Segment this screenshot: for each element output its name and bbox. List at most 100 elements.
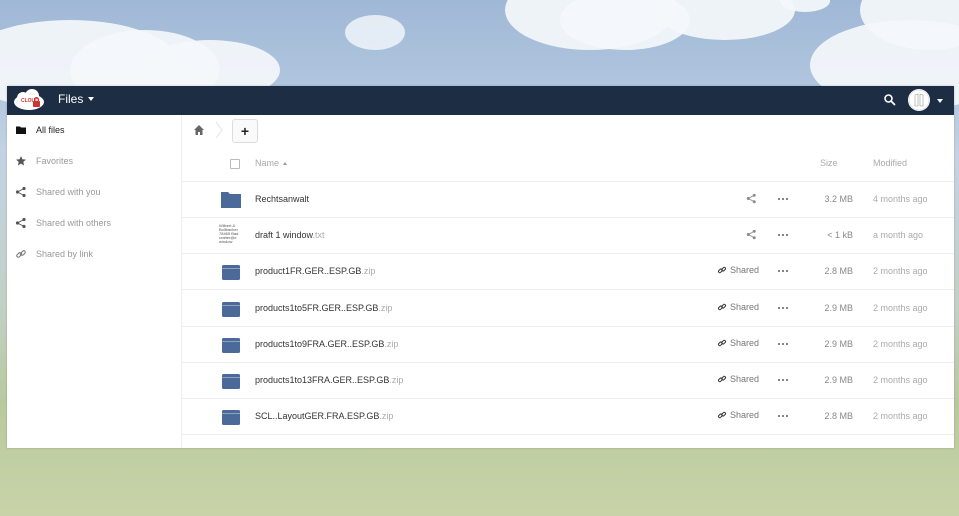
file-size: 2.9 MB	[824, 302, 853, 313]
more-options-icon[interactable]	[777, 306, 789, 310]
share-icon	[746, 230, 756, 240]
file-modified: 2 months ago	[873, 338, 928, 349]
cloud-lock-logo-icon[interactable]: CLOUD	[12, 89, 46, 111]
thumbnail-line: window	[219, 239, 233, 245]
file-size: < 1 kB	[827, 230, 853, 241]
shared-link-button[interactable]: Shared	[717, 374, 759, 384]
share-button[interactable]	[746, 193, 757, 204]
sidebar-navigation: All files Favorites Shared with you Shar…	[7, 115, 182, 448]
sidebar-item-all-files[interactable]: All files	[7, 117, 181, 143]
sidebar-item-label: Shared by link	[36, 249, 94, 259]
table-row[interactable]: products1to5FR.GER..ESP.GB.zip Shared 2.9 …	[182, 291, 954, 327]
search-icon[interactable]	[883, 93, 897, 107]
sidebar-item-label: Favorites	[36, 156, 74, 166]
more-options-icon[interactable]	[777, 378, 789, 382]
share-button[interactable]	[746, 229, 757, 240]
file-name-base: SCL..LayoutGER.FRA.ESP.GB	[255, 411, 380, 422]
file-size: 2.8 MB	[824, 411, 853, 422]
more-options-icon[interactable]	[777, 197, 789, 201]
table-row[interactable]: product1FR.GER..ESP.GB.zip Shared 2.8 MB 2 …	[182, 254, 954, 291]
folder-icon	[15, 124, 27, 136]
shared-link-button[interactable]: Shared	[717, 338, 759, 348]
shared-label: Shared	[730, 410, 760, 421]
link-icon	[15, 248, 27, 260]
chevron-down-icon	[88, 97, 95, 101]
file-size: 2.9 MB	[824, 338, 853, 349]
select-all-checkbox[interactable]	[230, 159, 240, 169]
file-name-base: products1to5FR.GER..ESP.GB	[255, 302, 379, 313]
package-icon	[222, 301, 240, 317]
more-options-icon[interactable]	[777, 269, 789, 273]
file-name[interactable]: products1to9FRA.GER..ESP.GB.zip	[255, 339, 398, 349]
shared-label: Shared	[730, 265, 760, 276]
breadcrumb-separator-icon	[215, 121, 223, 139]
sidebar-item-label: All files	[36, 125, 65, 135]
column-header-name: Name	[255, 158, 280, 168]
top-header-bar: CLOUD Files	[7, 86, 954, 115]
file-extension: .zip	[361, 266, 376, 277]
file-extension: .txt	[312, 230, 325, 241]
table-row[interactable]: products1to9FRA.GER..ESP.GB.zip Shared 2.9…	[182, 327, 954, 363]
star-icon	[15, 155, 27, 167]
package-icon	[222, 265, 240, 281]
file-name[interactable]: product1FR.GER..ESP.GB.zip	[255, 266, 375, 276]
file-extension: .zip	[384, 338, 399, 349]
sidebar-item-shared-with-others[interactable]: Shared with others	[7, 210, 181, 236]
link-icon	[717, 375, 727, 383]
more-options-icon[interactable]	[777, 342, 789, 346]
link-icon	[717, 267, 727, 274]
file-modified: 4 months ago	[873, 194, 928, 204]
file-name-base: products1to9FRA.GER..ESP.GB	[255, 338, 385, 349]
avatar-icon[interactable]	[908, 89, 930, 111]
file-name-base: products1to13FRA.GER..ESP.GB	[255, 375, 390, 385]
home-icon[interactable]	[193, 124, 205, 136]
file-size: 3.2 MB	[824, 194, 853, 204]
sort-ascending-icon	[283, 161, 288, 165]
column-header-modified[interactable]: Modified	[873, 158, 907, 168]
file-name-base: draft 1 window	[255, 230, 313, 241]
sidebar-item-label: Shared with others	[36, 218, 112, 228]
app-menu-button[interactable]: Files	[58, 92, 95, 106]
file-size: 2.8 MB	[824, 266, 853, 277]
file-modified: 2 months ago	[873, 411, 928, 422]
file-extension: .zip	[379, 411, 394, 422]
new-file-button[interactable]: +	[232, 119, 258, 143]
share-icon	[15, 217, 27, 229]
table-row[interactable]: products1to13FRA.GER..ESP.GB.zip Shared 2.…	[182, 363, 954, 399]
file-name[interactable]: products1to5FR.GER..ESP.GB.zip	[255, 303, 392, 313]
link-icon	[717, 339, 727, 346]
files-app-window: CLOUD Files All files Favorites Shared w…	[7, 86, 954, 448]
table-row[interactable]: SCL..LayoutGER.FRA.ESP.GB.zip Shared 2.8 M…	[182, 399, 954, 436]
folder-icon	[221, 192, 241, 208]
file-extension: .zip	[389, 375, 404, 385]
file-extension: .zip	[378, 302, 393, 313]
table-row[interactable]: Wilbert & Bollbacher 78465 Bad cratter@e win…	[182, 218, 954, 255]
sort-by-name-header[interactable]: Name	[255, 158, 288, 168]
file-name[interactable]: SCL..LayoutGER.FRA.ESP.GB.zip	[255, 411, 393, 421]
file-modified: 2 months ago	[873, 375, 928, 385]
file-name[interactable]: products1to13FRA.GER..ESP.GB.zip	[255, 375, 403, 385]
table-row[interactable]: Rechtsanwalt 3.2 MB 4 months ago	[182, 182, 954, 218]
app-name-label: Files	[58, 92, 84, 106]
shared-link-button[interactable]: Shared	[717, 265, 759, 275]
more-options-icon[interactable]	[777, 414, 789, 418]
shared-label: Shared	[730, 301, 760, 312]
background-cloud	[345, 15, 405, 50]
shared-link-button[interactable]: Shared	[717, 302, 759, 312]
file-modified: a month ago	[873, 230, 924, 241]
package-icon	[222, 337, 240, 353]
file-size: 2.9 MB	[824, 375, 853, 385]
more-options-icon[interactable]	[777, 233, 789, 237]
sidebar-item-shared-by-link[interactable]: Shared by link	[7, 241, 181, 267]
file-modified: 2 months ago	[873, 302, 928, 313]
shared-link-button[interactable]: Shared	[717, 410, 759, 420]
share-icon	[746, 193, 756, 204]
file-name[interactable]: Rechtsanwalt	[255, 194, 309, 204]
link-icon	[717, 303, 727, 310]
user-menu-chevron-down-icon[interactable]	[937, 99, 943, 103]
file-list-area: + Name Size Modified Rechtsanwalt 3.2 MB 4…	[182, 115, 954, 448]
column-header-size[interactable]: Size	[820, 158, 838, 168]
sidebar-item-favorites[interactable]: Favorites	[7, 148, 181, 174]
sidebar-item-shared-with-you[interactable]: Shared with you	[7, 179, 181, 205]
file-name[interactable]: draft 1 window.txt	[255, 230, 325, 240]
